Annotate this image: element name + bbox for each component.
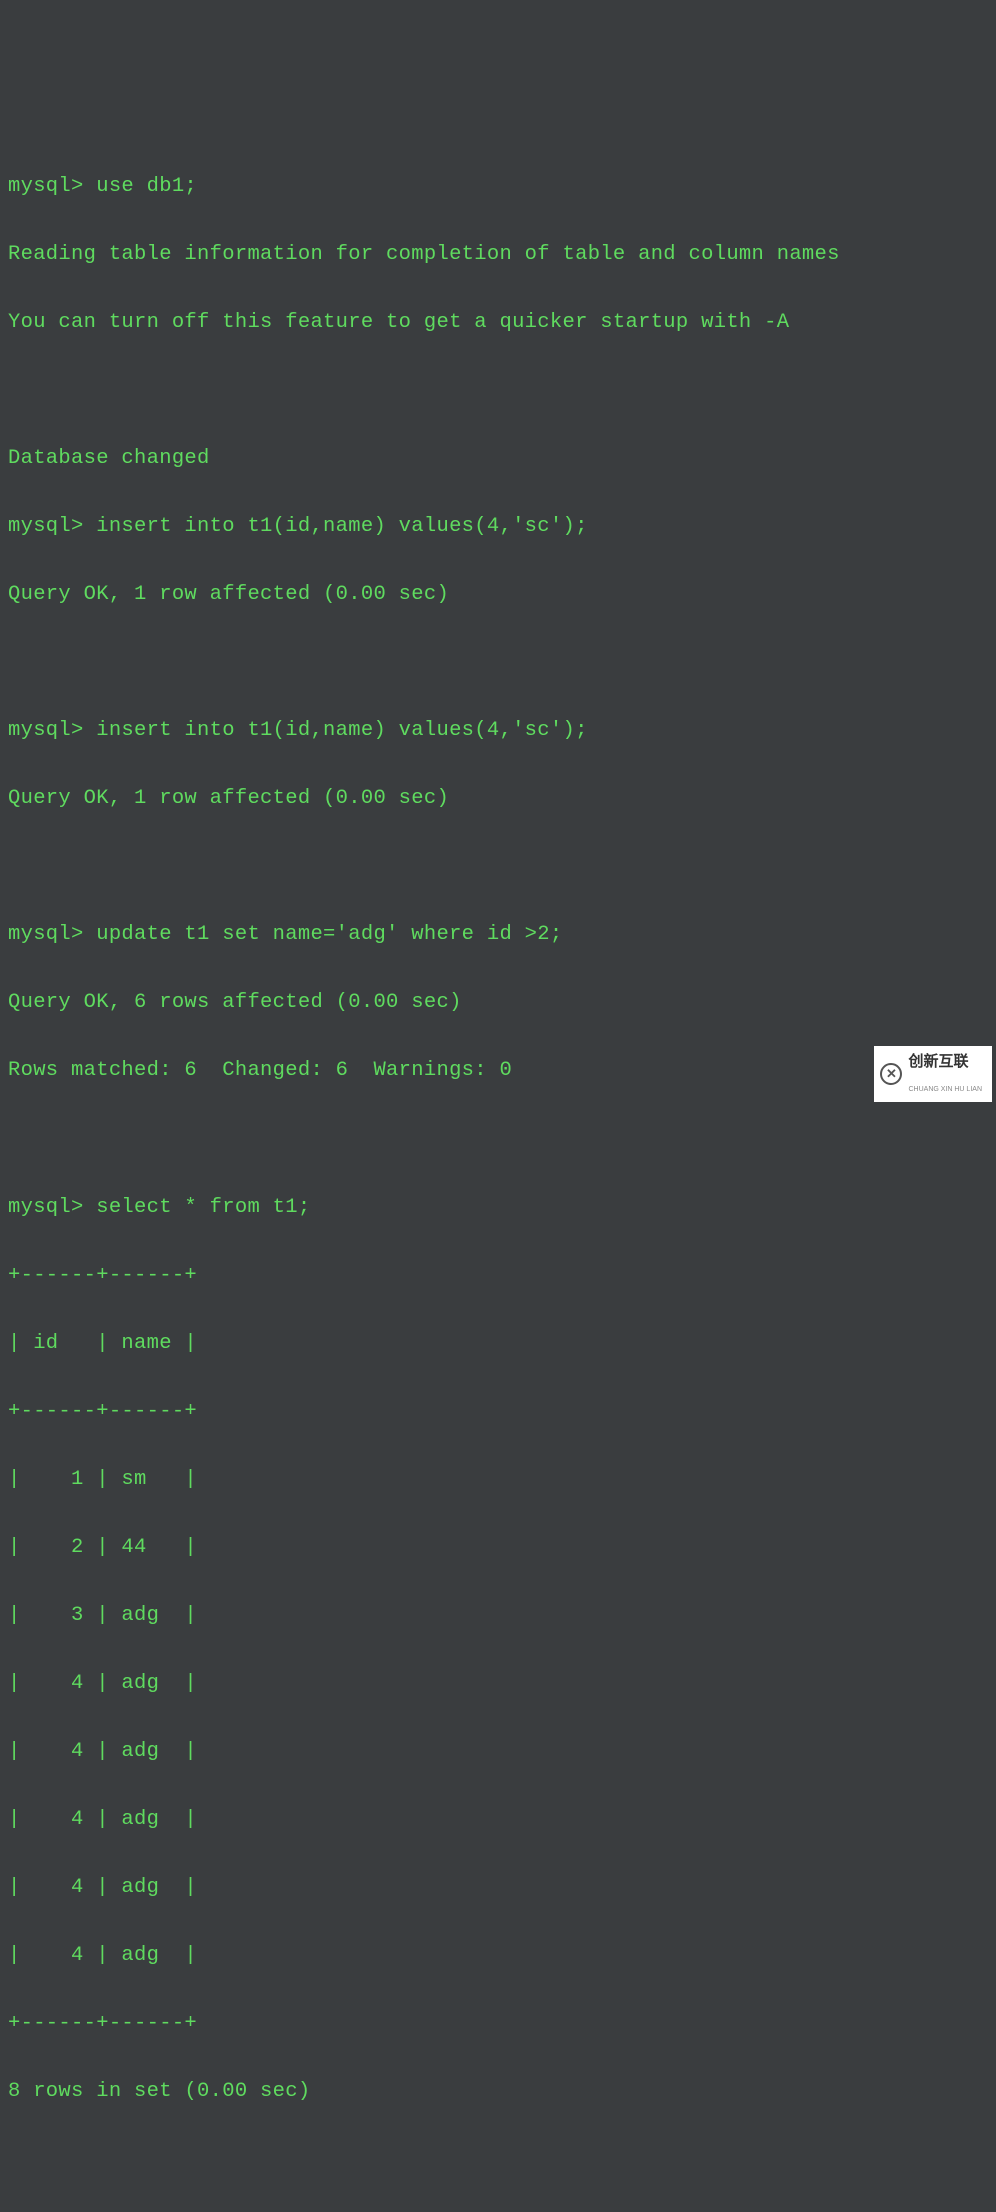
terminal-line: mysql> insert into t1(id,name) values(4,… [8, 2211, 988, 2212]
terminal-line [8, 374, 988, 408]
terminal-line: | 4 | adg | [8, 1871, 988, 1905]
terminal-line: mysql> select * from t1; [8, 1191, 988, 1225]
watermark-brand-en: CHUANG XIN HU LIAN [908, 1086, 982, 1093]
terminal-line: | 3 | adg | [8, 1599, 988, 1633]
terminal-line: Database changed [8, 442, 988, 476]
terminal-line: mysql> insert into t1(id,name) values(4,… [8, 510, 988, 544]
terminal-line: | 4 | adg | [8, 1803, 988, 1837]
terminal-line: mysql> insert into t1(id,name) values(4,… [8, 714, 988, 748]
terminal-line: Query OK, 1 row affected (0.00 sec) [8, 782, 988, 816]
terminal-line: | 2 | 44 | [8, 1531, 988, 1565]
terminal-line: | 4 | adg | [8, 1735, 988, 1769]
terminal-output: mysql> use db1; Reading table informatio… [8, 136, 988, 2212]
terminal-line: | 4 | adg | [8, 1667, 988, 1701]
terminal-line: mysql> update t1 set name='adg' where id… [8, 918, 988, 952]
terminal-line: mysql> use db1; [8, 170, 988, 204]
terminal-line: Query OK, 1 row affected (0.00 sec) [8, 578, 988, 612]
terminal-line: | id | name | [8, 1327, 988, 1361]
terminal-line: +------+------+ [8, 1259, 988, 1293]
watermark-badge: ✕ 创新互联 CHUANG XIN HU LIAN [874, 1046, 992, 1102]
terminal-line: 8 rows in set (0.00 sec) [8, 2075, 988, 2109]
terminal-line: Rows matched: 6 Changed: 6 Warnings: 0 [8, 1054, 988, 1088]
terminal-line: Query OK, 6 rows affected (0.00 sec) [8, 986, 988, 1020]
terminal-line [8, 850, 988, 884]
terminal-line: Reading table information for completion… [8, 238, 988, 272]
terminal-line: +------+------+ [8, 2007, 988, 2041]
watermark-text: 创新互联 CHUANG XIN HU LIAN [908, 1050, 982, 1098]
terminal-line [8, 646, 988, 680]
watermark-brand-cn: 创新互联 [908, 1053, 968, 1070]
terminal-line: | 1 | sm | [8, 1463, 988, 1497]
terminal-line: +------+------+ [8, 1395, 988, 1429]
watermark-logo-icon: ✕ [880, 1063, 902, 1085]
terminal-line: You can turn off this feature to get a q… [8, 306, 988, 340]
terminal-line: | 4 | adg | [8, 1939, 988, 1973]
terminal-line [8, 1123, 988, 1157]
terminal-line [8, 2143, 988, 2177]
